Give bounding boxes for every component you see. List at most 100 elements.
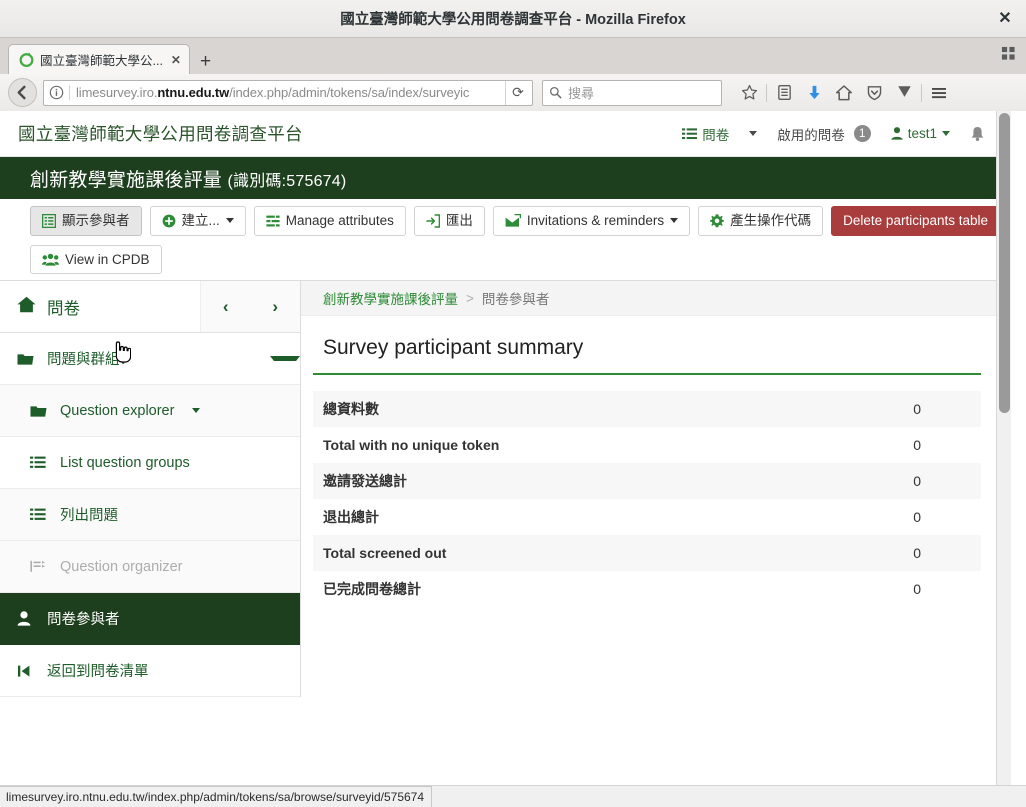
table-row: Total with no unique token 0	[313, 427, 981, 463]
delete-participants-table-label: Delete participants table	[843, 213, 988, 228]
navbar-icon-group	[734, 79, 954, 107]
sidebar-item-label: Question organizer	[60, 558, 183, 575]
page-scrollbar[interactable]	[996, 111, 1011, 785]
create-button[interactable]: 建立...	[149, 206, 246, 236]
url-bar[interactable]: limesurvey.iro.ntnu.edu.tw/index.php/adm…	[43, 79, 533, 106]
generate-tokens-button[interactable]: 產生操作代碼	[698, 206, 824, 236]
breadcrumb-separator: >	[466, 290, 474, 306]
user-icon	[17, 611, 35, 626]
topnav-active-surveys[interactable]: 啟用的問卷 1	[767, 124, 881, 144]
invitations-reminders-button[interactable]: Invitations & reminders	[492, 206, 691, 236]
sidebar-item-question-organizer: Question organizer	[0, 541, 300, 594]
breadcrumb: 創新教學實施課後評量 > 問卷參與者	[301, 281, 1011, 317]
download-arrow-icon[interactable]	[799, 79, 829, 107]
sidebar-item-questions-groups[interactable]: 問題與群組：	[0, 333, 300, 386]
folder-icon	[30, 404, 48, 418]
topnav-notifications[interactable]	[960, 126, 995, 142]
search-input[interactable]: 搜尋	[542, 79, 722, 106]
sidebar-item-back-to-survey-list[interactable]: 返回到問卷清單	[0, 645, 300, 698]
table-list-icon	[42, 213, 56, 228]
survey-name: 創新教學實施課後評量	[30, 169, 223, 191]
sidebar-item-label: 返回到問卷清單	[47, 664, 149, 681]
organizer-icon	[30, 560, 48, 573]
summary-row-value: 0	[913, 473, 921, 490]
list-icon	[30, 456, 48, 469]
firefox-window: 國立臺灣師範大學公用問卷調查平台 - Mozilla Firefox ✕ 國立臺…	[0, 0, 1026, 807]
active-surveys-badge: 1	[853, 125, 871, 142]
browser-statusbar: limesurvey.iro.ntnu.edu.tw/index.php/adm…	[0, 785, 1026, 807]
summary-row-label: 已完成問卷總計	[323, 581, 421, 598]
shield-icon[interactable]	[859, 79, 889, 107]
toolbar-divider-2	[921, 83, 922, 102]
list-all-tabs-icon[interactable]	[1001, 46, 1016, 66]
summary-row-label: Total with no unique token	[323, 437, 500, 454]
browser-tab[interactable]: 國立臺灣師範大學公... ✕	[8, 44, 190, 74]
topnav-surveys-caret[interactable]	[739, 131, 767, 136]
sidebar-prev-button[interactable]: ‹	[213, 295, 239, 319]
skip-back-icon	[17, 664, 35, 678]
plus-circle-icon	[162, 214, 176, 228]
chevron-down-icon	[749, 131, 758, 136]
new-tab-button[interactable]: +	[200, 52, 211, 71]
summary-panel: Survey participant summary 總資料數 0 Total …	[301, 316, 1011, 607]
sidebar-item-question-explorer[interactable]: Question explorer	[0, 385, 300, 438]
limesurvey-page: 國立臺灣師範大學公用問卷調查平台 問卷 啟用的問卷 1 test1 創新教學實施…	[0, 111, 1011, 785]
show-participants-button[interactable]: 顯示參與者	[30, 206, 142, 236]
topnav-user[interactable]: test1	[881, 126, 960, 141]
participant-toolbar: 顯示參與者 建立... Manage attributes 匯出 Invitat…	[0, 199, 1011, 281]
sidebar-home-link[interactable]: 問卷	[0, 295, 200, 319]
page-body: 問卷 ‹ › 問題與群組： Question explorer List que…	[0, 280, 1011, 702]
pocket-icon[interactable]	[889, 79, 919, 107]
toolbar-divider	[766, 83, 767, 102]
sidebar-item-survey-participants[interactable]: 問卷參與者	[0, 593, 300, 646]
chevron-down-icon[interactable]	[270, 356, 300, 362]
sidebar-header: 問卷 ‹ ›	[0, 281, 300, 334]
table-row: 總資料數 0	[313, 391, 981, 428]
browser-tab-label: 國立臺灣師範大學公...	[40, 54, 163, 68]
tab-close-icon[interactable]: ✕	[171, 53, 181, 67]
export-label: 匯出	[445, 213, 473, 228]
main-content: 創新教學實施課後評量 > 問卷參與者 Survey participant su…	[301, 280, 1011, 702]
page-info-icon[interactable]	[49, 85, 70, 100]
hamburger-menu-icon[interactable]	[924, 79, 954, 107]
back-arrow-icon[interactable]	[8, 78, 37, 107]
create-label: 建立...	[181, 213, 220, 228]
sidebar-item-label: Question explorer	[60, 402, 175, 419]
favicon-icon	[18, 52, 34, 68]
export-button[interactable]: 匯出	[413, 206, 485, 236]
table-row: Total screened out 0	[313, 535, 981, 572]
summary-row-label: 退出總計	[323, 509, 379, 526]
sidebar-item-list-question-groups[interactable]: List question groups	[0, 437, 300, 490]
breadcrumb-parent[interactable]: 創新教學實施課後評量	[323, 288, 458, 308]
sidebar-item-list-questions[interactable]: 列出問題	[0, 489, 300, 542]
app-brand[interactable]: 國立臺灣師範大學公用問卷調查平台	[18, 121, 303, 146]
window-close-button[interactable]: ✕	[996, 10, 1014, 28]
table-row: 邀請發送總計 0	[313, 463, 981, 500]
page-scrollbar-thumb[interactable]	[999, 113, 1010, 413]
participant-summary-table: 總資料數 0 Total with no unique token 0 邀請發送…	[313, 391, 981, 607]
star-icon[interactable]	[734, 79, 764, 107]
chevron-down-icon	[225, 218, 234, 224]
chevron-down-icon	[670, 218, 679, 224]
topnav-surveys[interactable]: 問卷	[672, 124, 739, 144]
delete-participants-table-button[interactable]: Delete participants table	[831, 206, 1000, 236]
view-in-cpdb-label: View in CPDB	[65, 251, 150, 267]
summary-row-label: 邀請發送總計	[323, 473, 407, 490]
app-topbar-right: 問卷 啟用的問卷 1 test1	[672, 124, 995, 144]
survey-id: (識別碼:575674)	[227, 172, 347, 190]
summary-row-value: 0	[913, 437, 921, 454]
manage-attributes-button[interactable]: Manage attributes	[253, 206, 406, 236]
chevron-down-icon	[942, 131, 950, 136]
search-icon	[549, 86, 562, 99]
sidebar-item-label: List question groups	[60, 454, 190, 471]
view-in-cpdb-button[interactable]: View in CPDB	[30, 244, 162, 275]
list-icon	[30, 508, 48, 521]
library-icon[interactable]	[769, 79, 799, 107]
reload-icon[interactable]: ⟳	[505, 80, 530, 105]
chevron-down-icon[interactable]	[192, 408, 201, 414]
summary-row-value: 0	[913, 545, 921, 562]
browser-tabstrip: 國立臺灣師範大學公... ✕ +	[0, 38, 1026, 74]
topnav-active-surveys-label: 啟用的問卷	[777, 127, 845, 143]
sidebar-next-button[interactable]: ›	[262, 295, 288, 319]
home-icon[interactable]	[829, 79, 859, 107]
